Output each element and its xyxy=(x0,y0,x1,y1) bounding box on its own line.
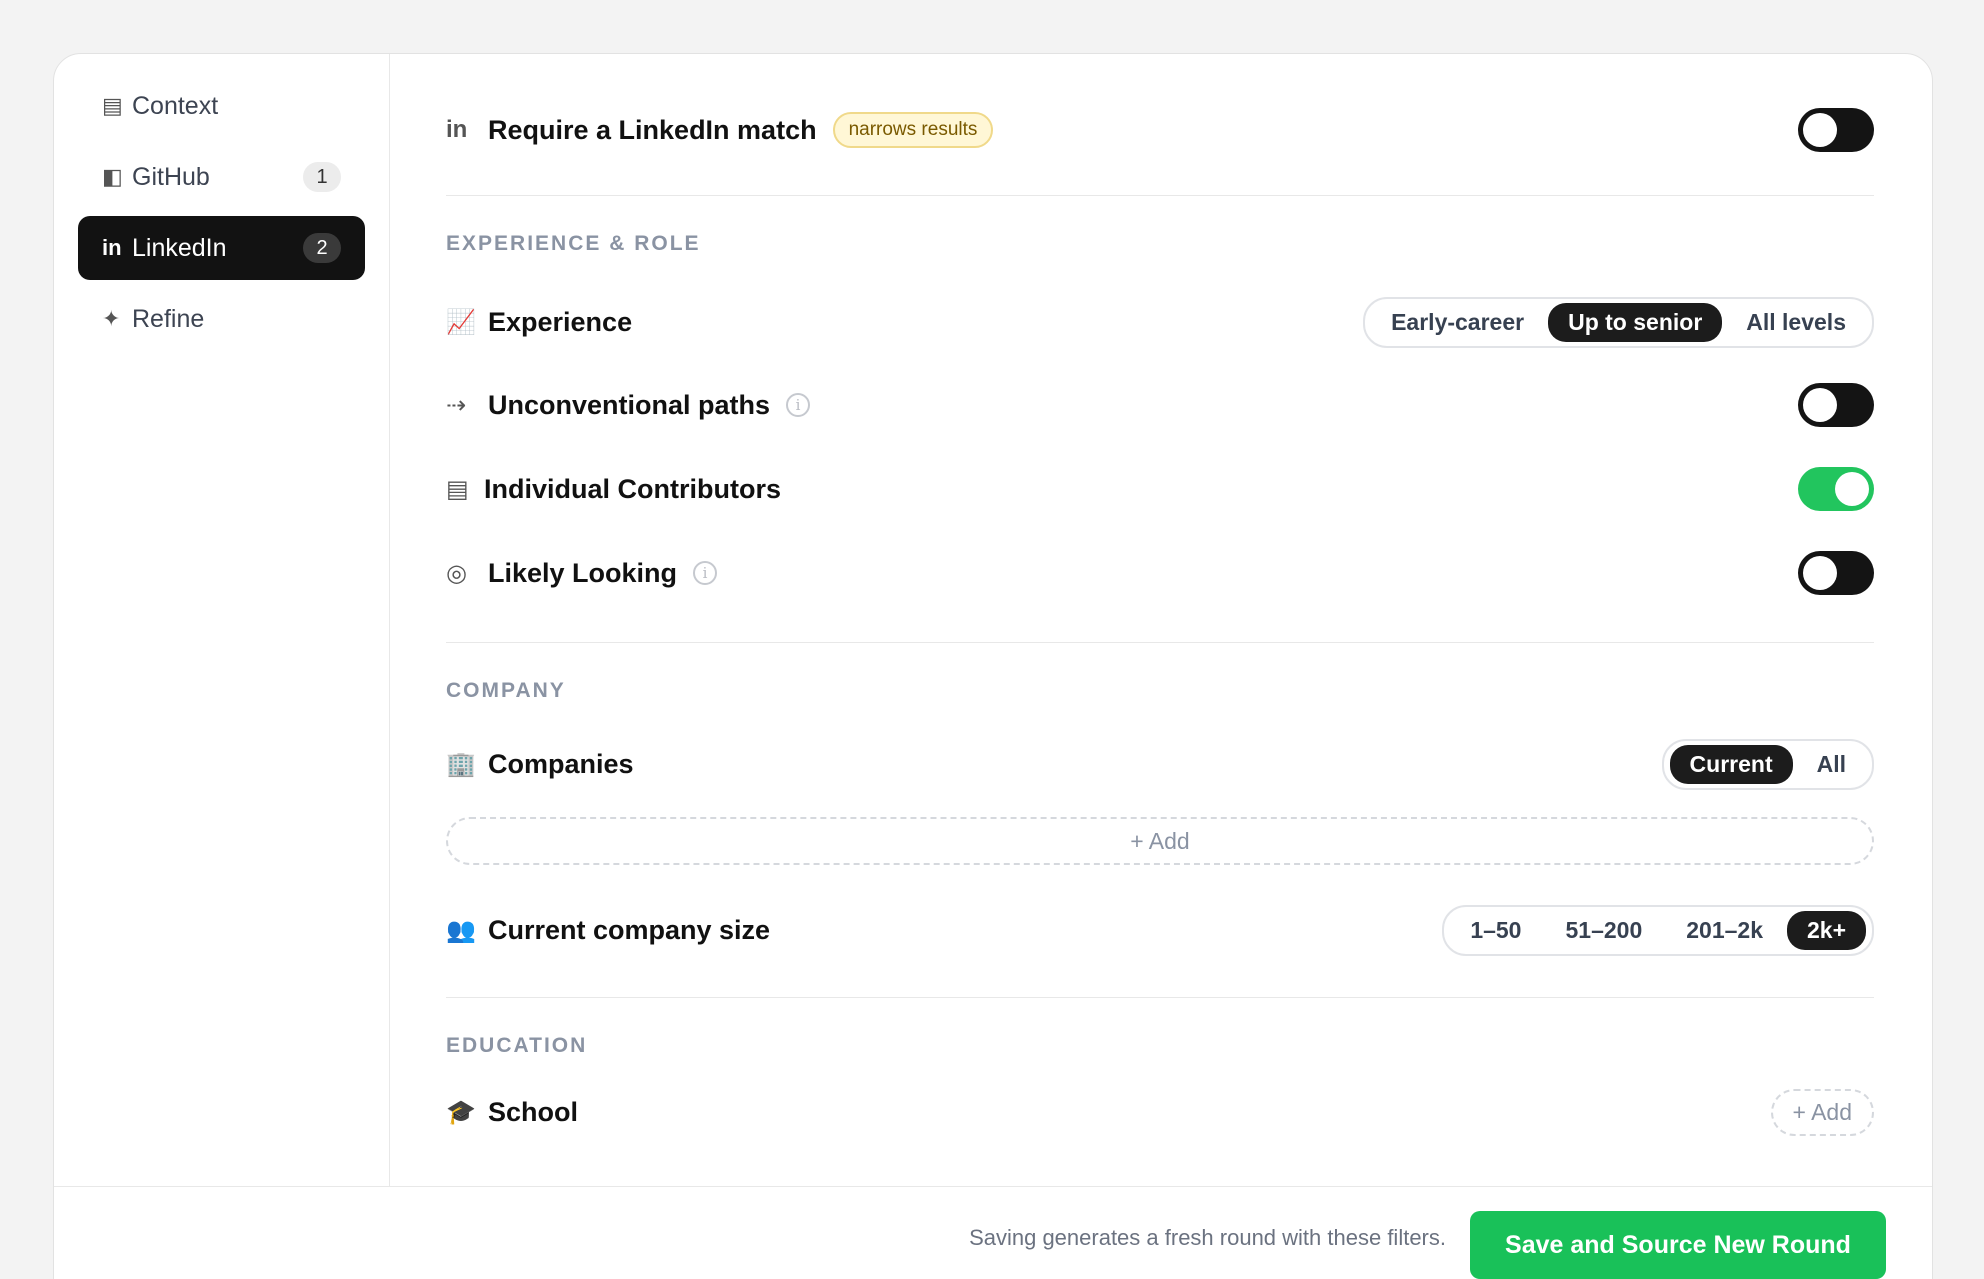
github-icon: ◧ xyxy=(102,164,123,189)
sidebar: ▤ Context ◧ GitHub 1 in LinkedIn 2 ✦ Ref… xyxy=(54,54,390,1186)
add-company-button[interactable]: + Add xyxy=(446,817,1874,865)
narrows-results-badge: narrows results xyxy=(832,112,994,148)
sidebar-item-context[interactable]: ▤ Context xyxy=(78,74,365,138)
toggle-knob xyxy=(1835,472,1869,506)
dashed-arrow-icon: ⇢ xyxy=(446,391,467,419)
linkedin-icon: in xyxy=(102,235,122,260)
add-school-button[interactable]: + Add xyxy=(1770,1088,1874,1136)
company-size-row: 👥 Current company size 1–50 51–200 201–2… xyxy=(446,904,1874,956)
companies-title: Companies xyxy=(488,748,634,779)
companies-option-all[interactable]: All xyxy=(1797,745,1866,784)
linkedin-match-row: in Require a LinkedIn match narrows resu… xyxy=(446,102,1874,158)
company-size-option-1-50[interactable]: 1–50 xyxy=(1450,911,1541,950)
likely-looking-title: Likely Looking xyxy=(488,557,678,588)
companies-option-current[interactable]: Current xyxy=(1669,744,1793,784)
experience-option-all-levels[interactable]: All levels xyxy=(1726,303,1866,342)
sidebar-item-refine[interactable]: ✦ Refine xyxy=(78,287,365,351)
experience-row: 📈 Experience Early-career Up to senior A… xyxy=(446,296,1874,348)
school-row: 🎓 School + Add xyxy=(446,1086,1874,1138)
footer-note: Saving generates a fresh round with thes… xyxy=(969,1225,1446,1250)
experience-option-early-career[interactable]: Early-career xyxy=(1371,303,1544,342)
sparkle-icon: ✦ xyxy=(102,306,121,331)
sidebar-item-label: LinkedIn xyxy=(132,233,227,262)
company-size-segmented-control: 1–50 51–200 201–2k 2k+ xyxy=(1442,904,1874,956)
unconventional-paths-title: Unconventional paths xyxy=(488,389,771,420)
main-content: in Require a LinkedIn match narrows resu… xyxy=(446,54,1874,1186)
companies-segmented-control: Current All xyxy=(1661,738,1874,790)
graduation-cap-icon: 🎓 xyxy=(446,1098,476,1126)
sidebar-item-label: Context xyxy=(132,91,219,120)
divider xyxy=(446,642,1874,643)
count-badge: 2 xyxy=(303,233,341,263)
save-and-source-button[interactable]: Save and Source New Round xyxy=(1470,1211,1886,1279)
chart-increasing-icon: 📈 xyxy=(446,308,476,336)
toggle-knob xyxy=(1803,556,1837,590)
info-icon[interactable]: i xyxy=(786,393,811,417)
linkedin-match-toggle[interactable] xyxy=(1798,108,1874,152)
section-label-experience: EXPERIENCE & ROLE xyxy=(446,232,701,255)
individual-contributors-title: Individual Contributors xyxy=(484,473,781,504)
likely-looking-row: ◎ Likely Looking i xyxy=(446,548,1874,598)
unconventional-paths-toggle[interactable] xyxy=(1798,383,1874,427)
filters-panel: ▤ Context ◧ GitHub 1 in LinkedIn 2 ✦ Ref… xyxy=(53,53,1933,1279)
company-size-title: Current company size xyxy=(488,914,771,945)
likely-looking-toggle[interactable] xyxy=(1798,551,1874,595)
section-label-company: COMPANY xyxy=(446,679,566,702)
office-building-icon: 🏢 xyxy=(446,750,476,778)
company-size-option-201-2k[interactable]: 201–2k xyxy=(1666,911,1783,950)
info-icon[interactable]: i xyxy=(693,561,718,585)
context-icon: ▤ xyxy=(102,93,123,118)
sidebar-item-label: Refine xyxy=(132,304,205,333)
individual-contributors-row: ▤ Individual Contributors xyxy=(446,464,1874,514)
company-size-option-51-200[interactable]: 51–200 xyxy=(1545,911,1662,950)
sidebar-item-linkedin[interactable]: in LinkedIn 2 xyxy=(78,216,365,280)
unconventional-paths-row: ⇢ Unconventional paths i xyxy=(446,380,1874,430)
footer-bar: Saving generates a fresh round with thes… xyxy=(54,1186,1932,1279)
experience-option-up-to-senior[interactable]: Up to senior xyxy=(1548,302,1723,342)
people-icon: 👥 xyxy=(446,916,476,944)
companies-row: 🏢 Companies Current All xyxy=(446,738,1874,790)
divider xyxy=(446,195,1874,196)
sidebar-item-github[interactable]: ◧ GitHub 1 xyxy=(78,145,365,209)
school-title: School xyxy=(488,1096,579,1127)
divider xyxy=(446,997,1874,998)
company-size-option-2k-plus[interactable]: 2k+ xyxy=(1786,910,1866,950)
toggle-knob xyxy=(1803,388,1837,422)
experience-title: Experience xyxy=(488,306,633,337)
toggle-knob xyxy=(1803,113,1837,147)
count-badge: 1 xyxy=(303,162,341,192)
target-icon: ◎ xyxy=(446,559,467,587)
individual-contributors-toggle[interactable] xyxy=(1798,467,1874,511)
sidebar-item-label: GitHub xyxy=(132,162,210,191)
experience-segmented-control: Early-career Up to senior All levels xyxy=(1363,296,1874,348)
list-icon: ▤ xyxy=(446,475,469,503)
section-label-education: EDUCATION xyxy=(446,1034,588,1057)
linkedin-icon: in xyxy=(446,116,468,143)
linkedin-match-title: Require a LinkedIn match xyxy=(488,114,817,145)
